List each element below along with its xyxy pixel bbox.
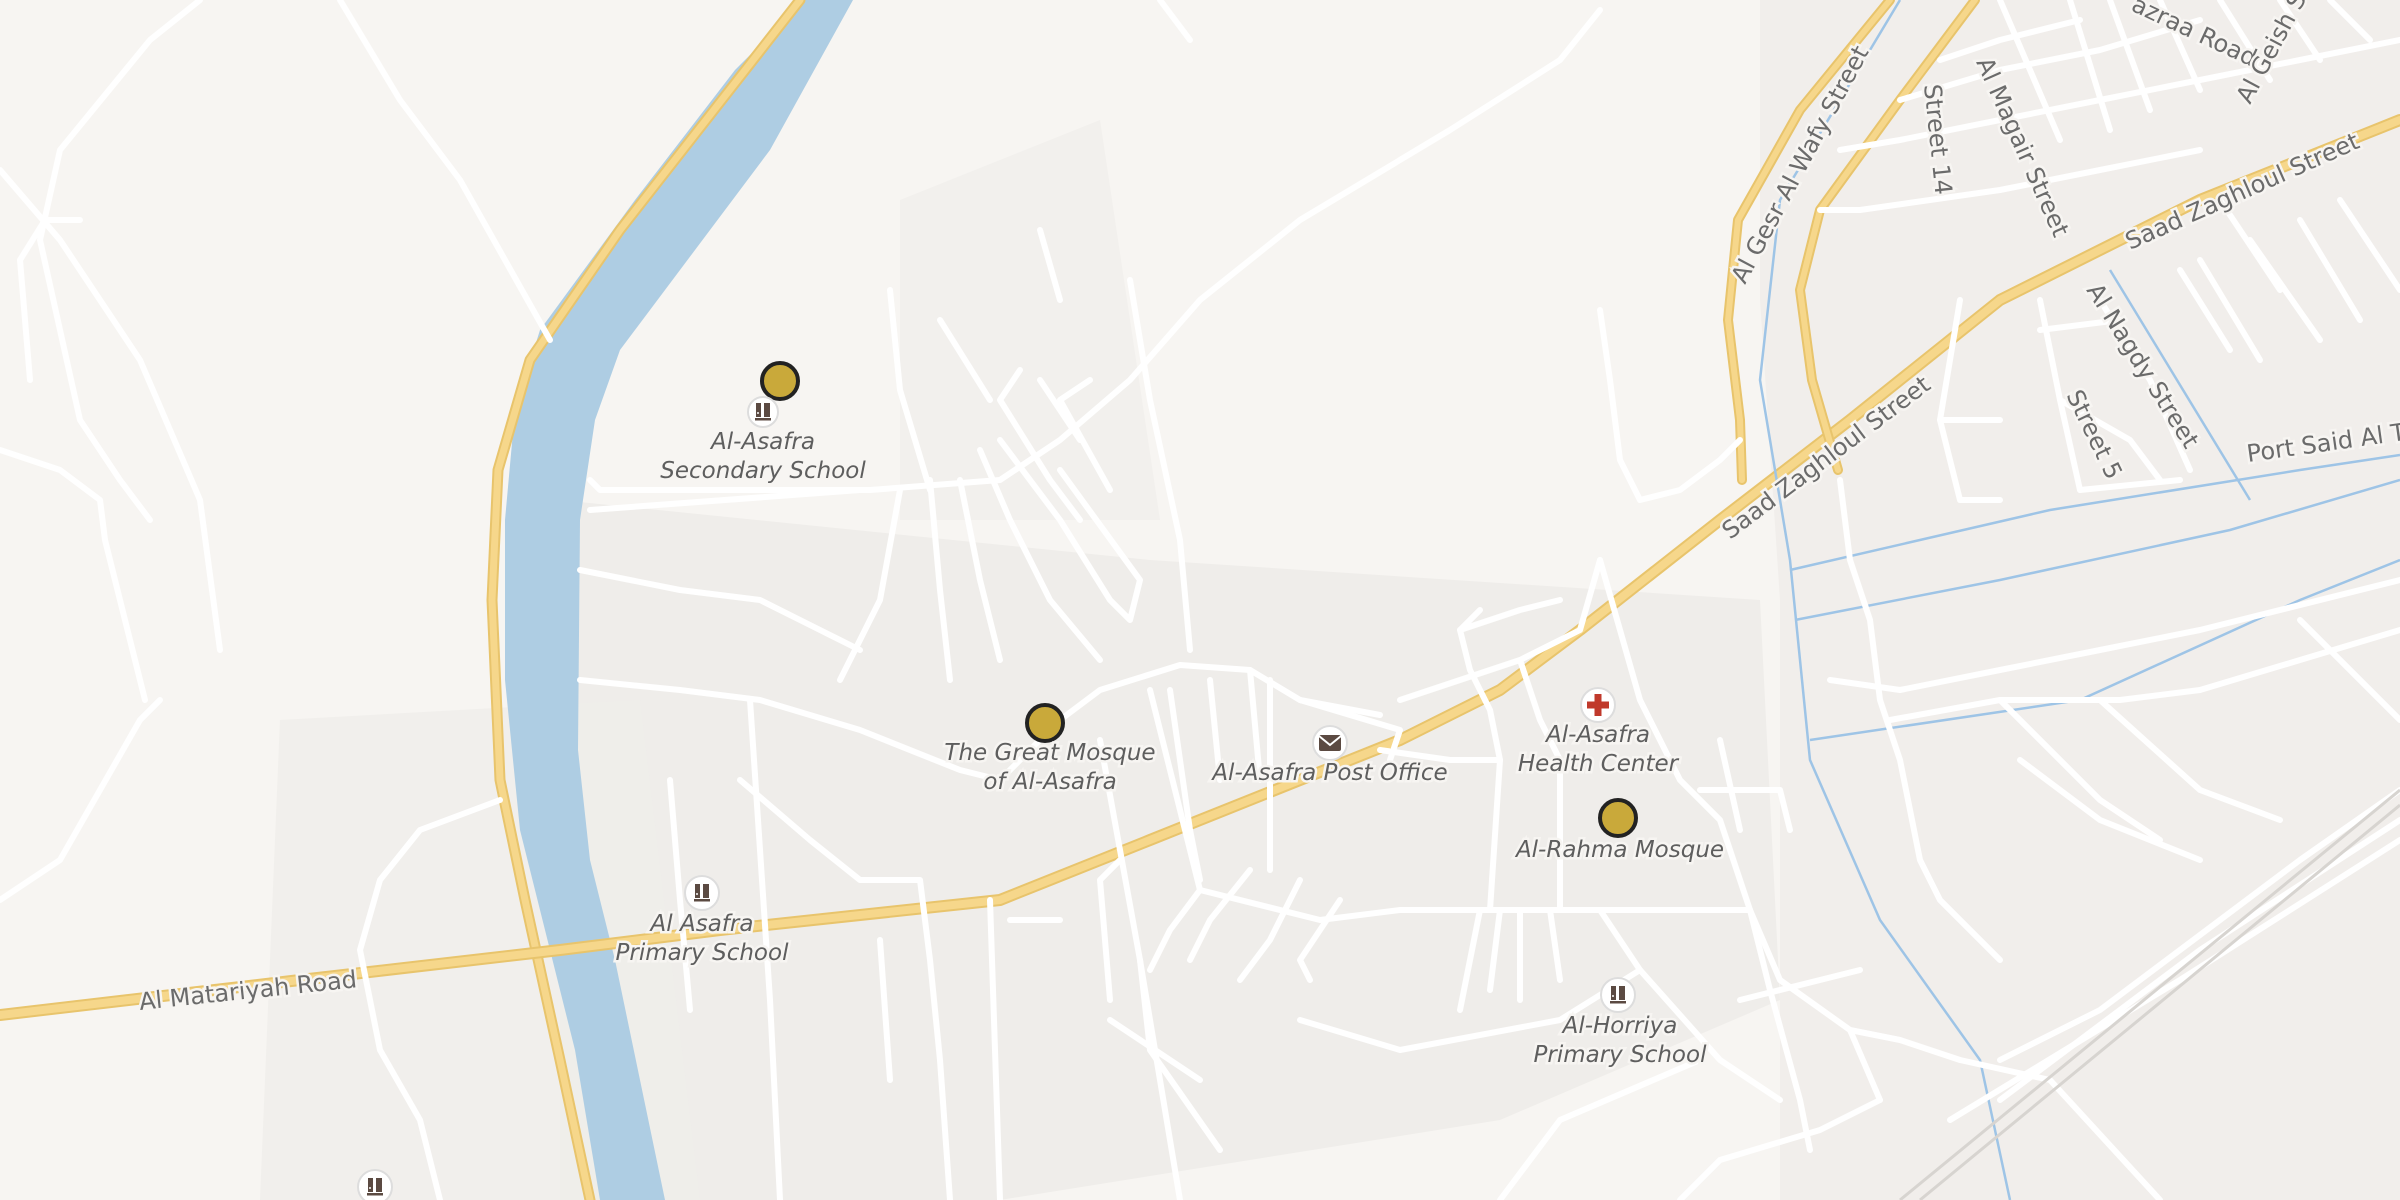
- poi-label: Al-Horriya: [1561, 1013, 1678, 1039]
- school-icon: [684, 875, 720, 911]
- poi-label: Al-Asafra: [1544, 722, 1650, 748]
- poi-label: Al-Asafra: [709, 429, 815, 455]
- mail-icon: [1312, 725, 1348, 761]
- school-icon: [747, 396, 779, 428]
- poi-label: Al Asafra: [649, 911, 754, 937]
- poi-label: Health Center: [1518, 751, 1680, 777]
- school-icon[interactable]: [357, 1169, 393, 1200]
- poi-label: Al-Asafra Post Office: [1210, 760, 1447, 786]
- poi-label: Primary School: [1534, 1042, 1708, 1068]
- poi-label: The Great Mosque: [944, 740, 1155, 766]
- poi-label: Al-Rahma Mosque: [1514, 837, 1724, 863]
- poi-label: Secondary School: [660, 458, 866, 484]
- school-icon: [1600, 977, 1636, 1013]
- poi-label: of Al-Asafra: [983, 769, 1116, 795]
- place-marker[interactable]: [1598, 798, 1638, 838]
- place-marker[interactable]: [1025, 703, 1065, 743]
- place-marker[interactable]: [760, 361, 800, 401]
- map-canvas[interactable]: Al Matariyah Road Saad Zaghloul Street S…: [0, 0, 2400, 1200]
- poi-label: Primary School: [616, 940, 790, 966]
- medical-cross-icon: [1580, 687, 1616, 723]
